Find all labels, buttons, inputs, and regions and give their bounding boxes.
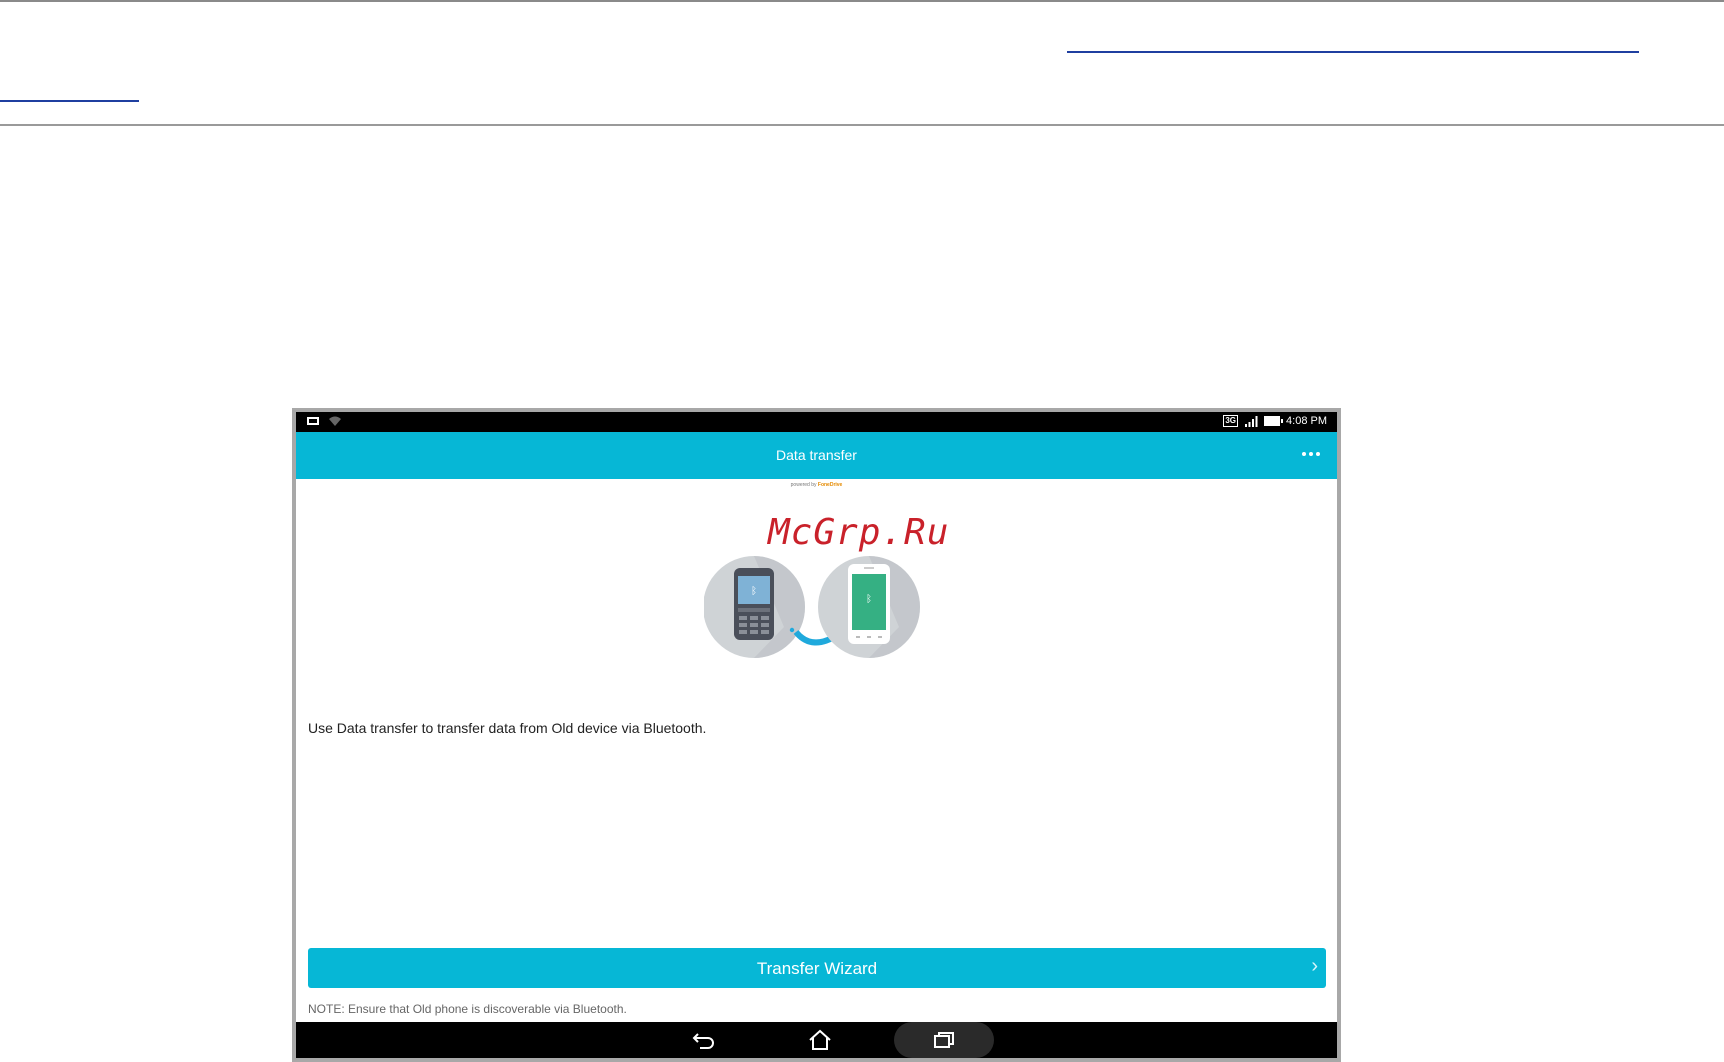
svg-text:ᛒ: ᛒ: [866, 594, 872, 605]
intro-description: Use Data transfer to transfer data from …: [308, 720, 707, 736]
status-time: 4:08 PM: [1286, 415, 1327, 427]
transfer-wizard-button[interactable]: Transfer Wizard ›: [308, 948, 1326, 988]
back-icon: [692, 1033, 714, 1049]
recent-apps-button[interactable]: [894, 1022, 994, 1058]
hyperlink-underline[interactable]: [1067, 51, 1639, 53]
battery-icon: [1264, 416, 1284, 426]
hyperlink-underline-continued[interactable]: [0, 100, 139, 102]
overflow-menu-icon: [1302, 452, 1306, 456]
overflow-menu-button[interactable]: [1297, 442, 1325, 466]
watermark: McGrp.Ru: [768, 512, 950, 553]
document-page: 3G 4:08 PM Data transfer powered by Fone…: [0, 0, 1724, 1062]
wifi-icon: [329, 416, 341, 426]
status-bar: 3G 4:08 PM: [296, 412, 1337, 432]
home-button[interactable]: [770, 1022, 870, 1058]
svg-text:ᛒ: ᛒ: [751, 586, 757, 597]
header-divider: [0, 124, 1724, 126]
home-icon: [809, 1029, 831, 1050]
app-title: Data transfer: [776, 447, 857, 463]
navigation-bar: [296, 1022, 1337, 1058]
bluetooth-note: NOTE: Ensure that Old phone is discovera…: [308, 1002, 627, 1016]
powered-by-label: powered by FoneDrive: [790, 482, 843, 488]
recent-apps-icon: [934, 1032, 954, 1048]
app-action-bar: Data transfer: [296, 432, 1337, 479]
notification-icon: [307, 417, 319, 425]
transfer-wizard-label: Transfer Wizard: [756, 959, 878, 978]
network-type-badge: 3G: [1223, 415, 1239, 427]
back-button[interactable]: [654, 1022, 754, 1058]
signal-icon: [1245, 416, 1258, 427]
chevron-right-icon: ›: [1311, 955, 1318, 977]
powered-by-brand: FoneDrive: [817, 482, 843, 488]
phone-transfer-illustration: ᛒ ᛒ: [704, 556, 920, 658]
top-divider: [0, 0, 1724, 2]
device-screenshot: 3G 4:08 PM Data transfer powered by Fone…: [292, 408, 1341, 1062]
